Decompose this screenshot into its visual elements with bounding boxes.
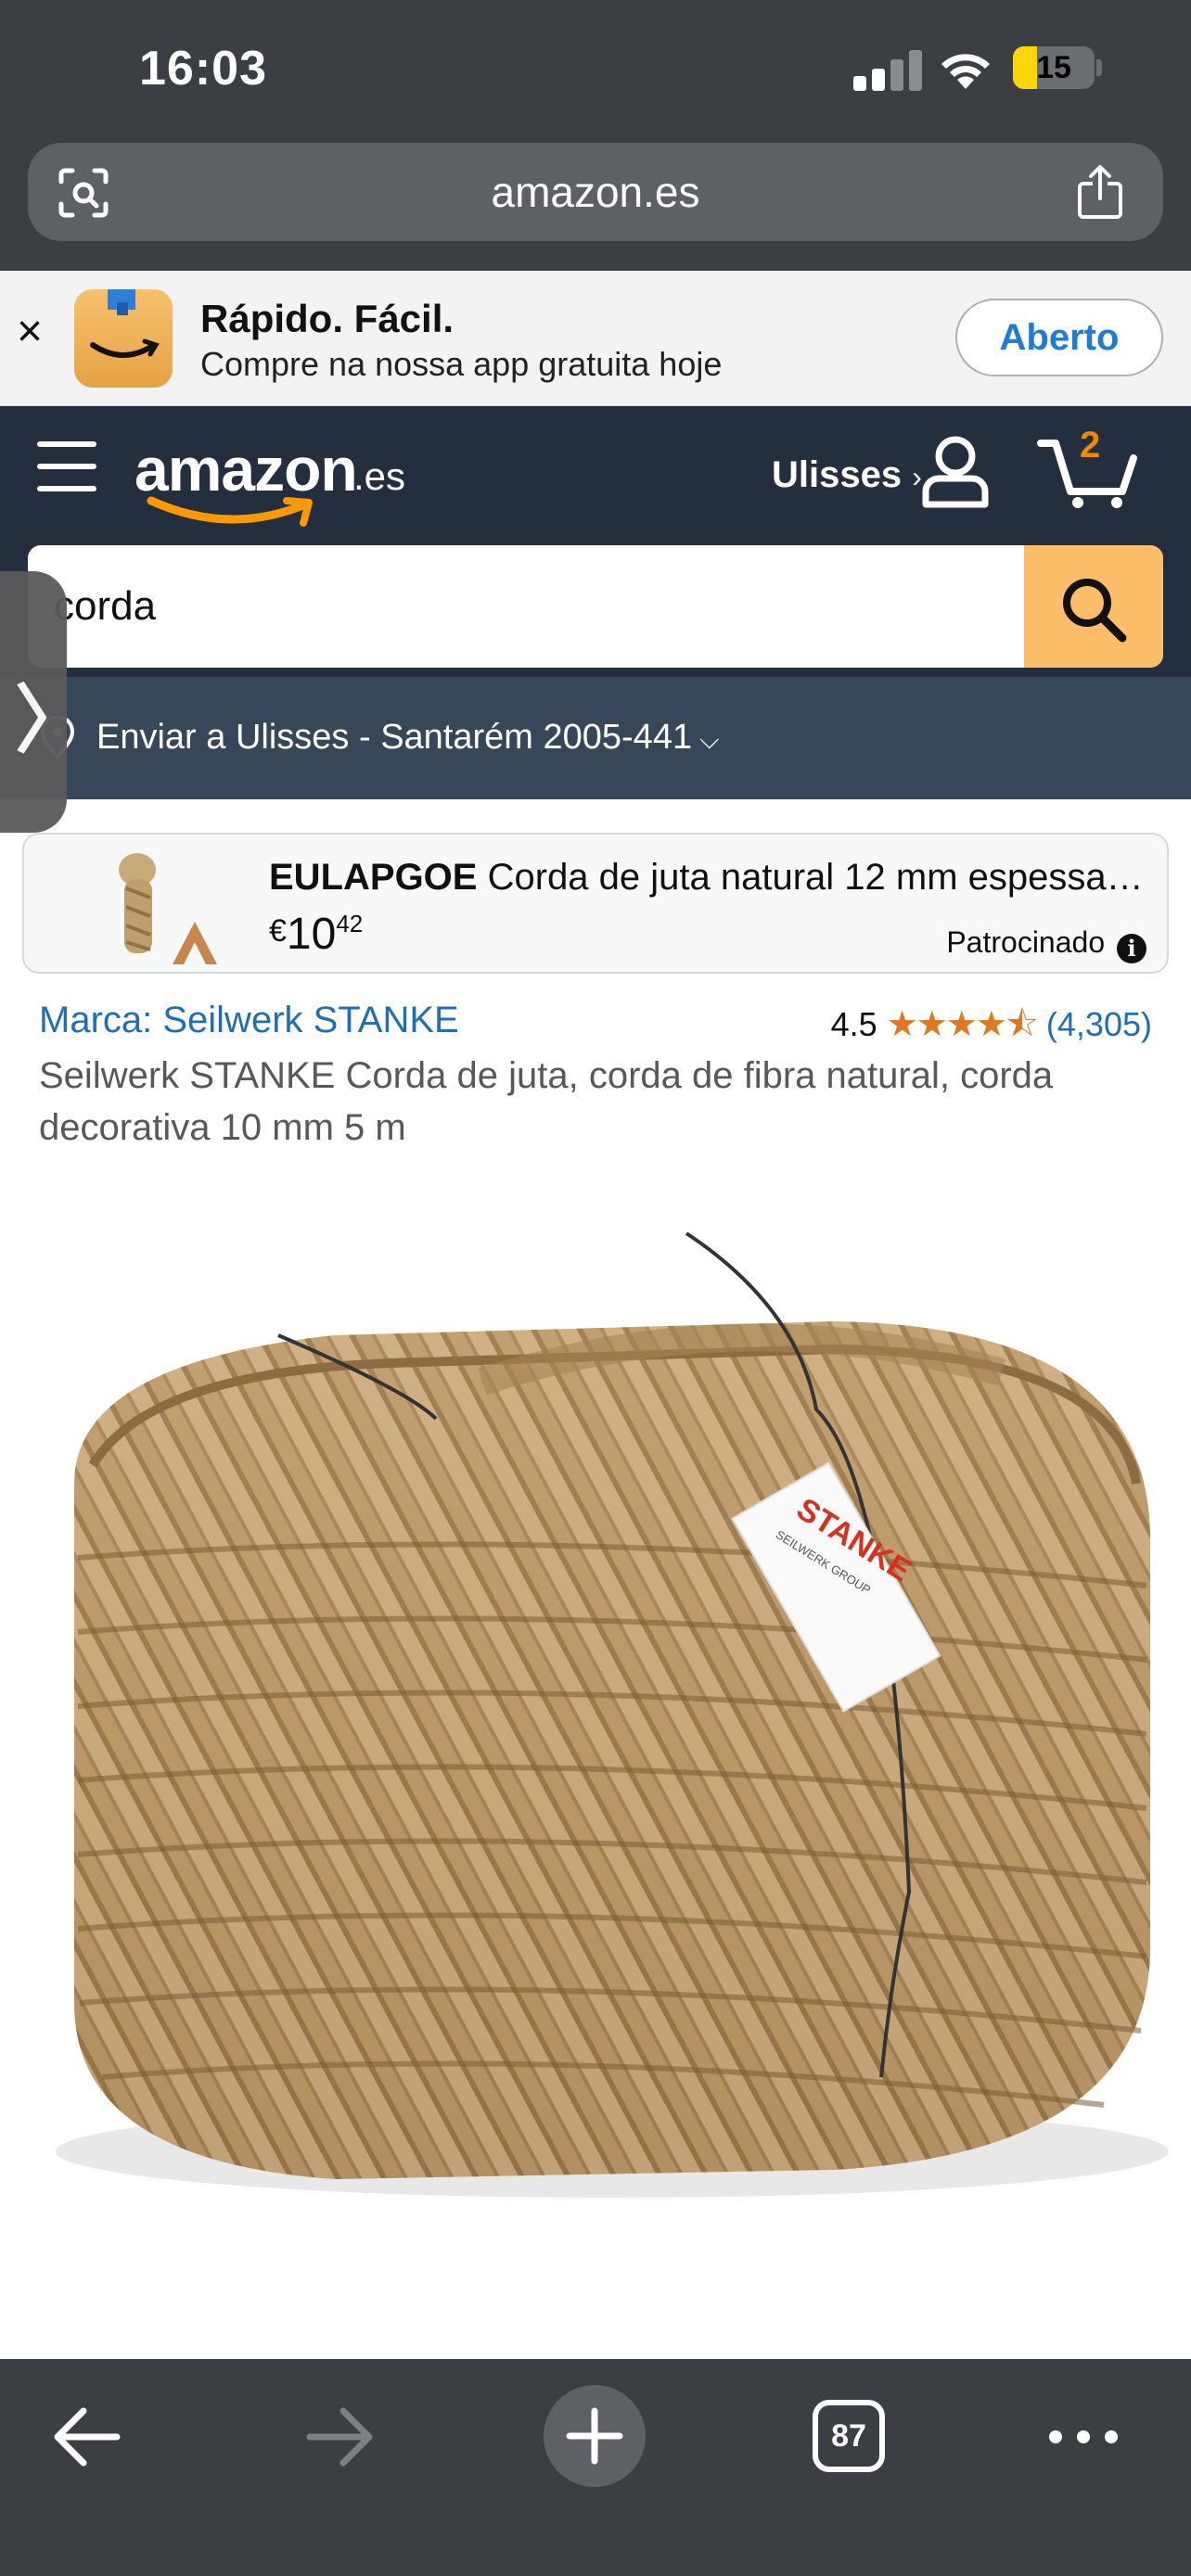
address-bar[interactable]: amazon.es (28, 143, 1163, 241)
app-install-banner: × Rápido. Fácil. Compre na nossa app gra… (0, 271, 1191, 406)
sponsored-product-title: Corda de juta natural 12 mm espessa 15 m (487, 857, 1150, 898)
open-app-button[interactable]: Aberto (955, 299, 1163, 376)
banner-close-icon[interactable]: × (17, 306, 43, 357)
more-options-icon[interactable] (1046, 2391, 1121, 2483)
search-bar (28, 545, 1163, 668)
url-text[interactable]: amazon.es (28, 167, 1163, 217)
tabs-overview-button[interactable]: 87 (813, 2400, 885, 2472)
share-icon[interactable] (1074, 163, 1126, 221)
menu-icon[interactable] (37, 441, 96, 491)
logo-smile-icon (147, 496, 313, 527)
amazon-logo[interactable]: amazon .es (134, 434, 413, 527)
battery-cap (1096, 59, 1102, 76)
user-icon[interactable] (920, 434, 991, 508)
delivery-text-wrap: Enviar a Ulisses - Santarém 2005-441 ⌵ (96, 718, 719, 758)
review-count[interactable]: (4,305) (1046, 1005, 1152, 1043)
logo-tld: .es (353, 454, 406, 498)
sponsored-product-card[interactable]: EULAPGOE Corda de juta natural 12 mm esp… (22, 833, 1169, 974)
info-icon[interactable]: i (1117, 934, 1146, 963)
star-rating-icon: ★★★★⯪ (886, 1005, 1039, 1044)
wifi-icon (941, 54, 990, 89)
product-image[interactable]: STANKE SEILWERK GROUP (0, 1150, 1191, 2355)
sponsored-price: €1042 (269, 909, 363, 960)
chevron-right-icon: 〉 (15, 679, 89, 761)
price-fraction: 42 (336, 910, 364, 937)
sponsored-brand: EULAPGOE (269, 857, 478, 898)
logo-word: amazon (134, 435, 358, 504)
rating-value: 4.5 (830, 1005, 877, 1043)
delivery-location-bar[interactable]: Enviar a Ulisses - Santarém 2005-441 ⌵ (0, 677, 1191, 799)
sponsored-title: EULAPGOE Corda de juta natural 12 mm esp… (269, 857, 1150, 899)
brand-link[interactable]: Marca: Seilwerk STANKE (39, 1000, 459, 1041)
plus-icon (566, 2407, 623, 2465)
battery-level: 15 (1036, 50, 1071, 85)
new-tab-button[interactable] (544, 2385, 646, 2487)
product-title: Seilwerk STANKE Corda de juta, corda de … (39, 1055, 1054, 1148)
search-button[interactable] (1024, 545, 1163, 668)
search-input[interactable] (54, 545, 981, 668)
forward-arrow-icon[interactable] (297, 2391, 380, 2483)
sponsored-product-image (119, 853, 217, 964)
search-icon (1063, 579, 1127, 643)
browser-bottom-toolbar: 87 (0, 2359, 1191, 2576)
cart-count-badge: 2 (1080, 425, 1101, 465)
account-link[interactable]: Ulisses › (772, 454, 922, 496)
side-panel-tab[interactable]: 〉 (0, 571, 89, 833)
battery-icon: 15 (1013, 46, 1095, 89)
cellular-signal-icon (853, 48, 922, 91)
back-arrow-icon[interactable] (46, 2391, 130, 2483)
status-time: 16:03 (139, 42, 267, 96)
price-currency: € (269, 913, 287, 949)
sponsored-label-text: Patrocinado (946, 925, 1106, 959)
account-name: Ulisses (772, 454, 903, 495)
sponsored-label[interactable]: Patrocinado i (946, 925, 1146, 963)
delivery-text: Enviar a Ulisses - Santarém 2005-441 (96, 718, 693, 757)
banner-subtitle: Compre na nossa app gratuita hoje (200, 345, 723, 383)
chevron-down-icon: ⌵ (699, 725, 720, 754)
amazon-app-icon (74, 289, 173, 388)
banner-title: Rápido. Fácil. (200, 297, 455, 340)
price-whole: 10 (286, 910, 337, 959)
browser-top-chrome: 16:03 15 amazon.es (0, 0, 1191, 271)
